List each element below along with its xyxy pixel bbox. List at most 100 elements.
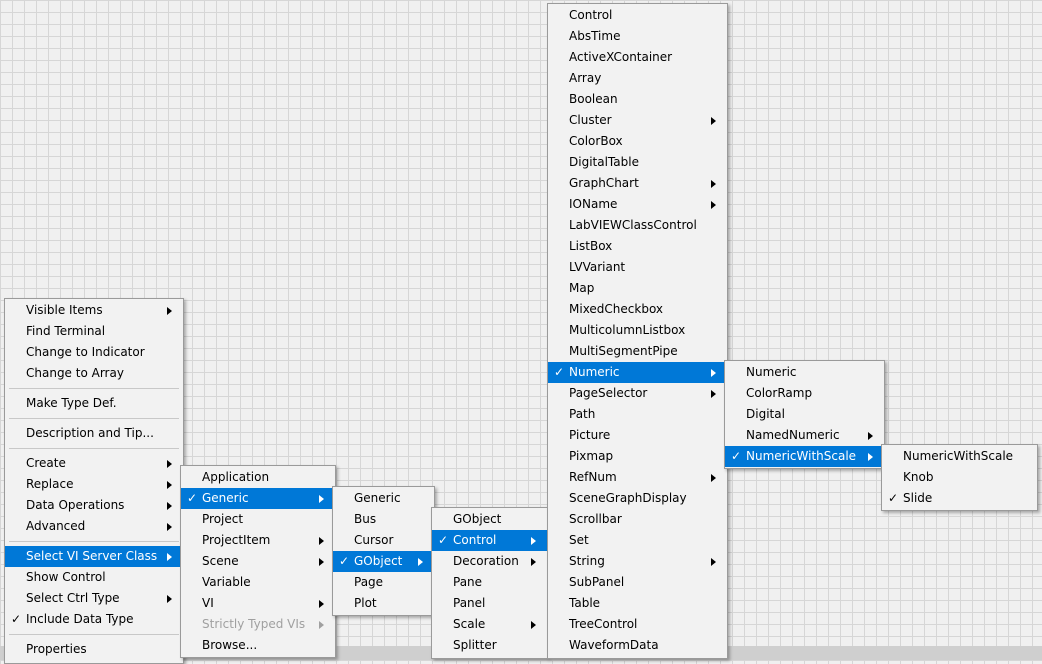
menu-item-variable[interactable]: Variable bbox=[181, 572, 335, 593]
menu-item-include-data-type[interactable]: ✓ Include Data Type bbox=[5, 609, 183, 630]
menu-item-path[interactable]: Path bbox=[548, 404, 727, 425]
menu-item-bus[interactable]: Bus bbox=[333, 509, 434, 530]
menu-item-numeric-with-scale[interactable]: NumericWithScale bbox=[882, 446, 1037, 467]
menu-item-plot[interactable]: Plot bbox=[333, 593, 434, 614]
menu-item-table[interactable]: Table bbox=[548, 593, 727, 614]
menu-item-sub-panel[interactable]: SubPanel bbox=[548, 572, 727, 593]
menu-item-scene-graph-display[interactable]: SceneGraphDisplay bbox=[548, 488, 727, 509]
menu-item-pixmap[interactable]: Pixmap bbox=[548, 446, 727, 467]
menu-item-abs-time[interactable]: AbsTime bbox=[548, 26, 727, 47]
menu-item-label: Include Data Type bbox=[26, 612, 134, 626]
menu-item-numeric-with-scale[interactable]: ✓ NumericWithScale bbox=[725, 446, 884, 467]
menu-item-set[interactable]: Set bbox=[548, 530, 727, 551]
menu-item-label: Data Operations bbox=[26, 498, 125, 512]
menu-item-label: Slide bbox=[903, 491, 933, 505]
menu-item-graph-chart[interactable]: GraphChart bbox=[548, 173, 727, 194]
menu-item-label: Pixmap bbox=[569, 449, 614, 463]
menu-item-knob[interactable]: Knob bbox=[882, 467, 1037, 488]
menu-item-gobject[interactable]: ✓ GObject bbox=[333, 551, 434, 572]
submenu-arrow-icon bbox=[711, 369, 716, 377]
menu-item-scale[interactable]: Scale bbox=[432, 614, 547, 635]
menu-item-color-box[interactable]: ColorBox bbox=[548, 131, 727, 152]
menu-item-vi[interactable]: VI bbox=[181, 593, 335, 614]
menu-item-boolean[interactable]: Boolean bbox=[548, 89, 727, 110]
menu-item-list-box[interactable]: ListBox bbox=[548, 236, 727, 257]
menu-item-label: Numeric bbox=[746, 365, 797, 379]
menu-item-label: Boolean bbox=[569, 92, 618, 106]
menu-item-activex-container[interactable]: ActiveXContainer bbox=[548, 47, 727, 68]
menu-item-cursor[interactable]: Cursor bbox=[333, 530, 434, 551]
menu-item-label: Select VI Server Class bbox=[26, 549, 158, 563]
menu-item-advanced[interactable]: Advanced bbox=[5, 516, 183, 537]
menu-item-ref-num[interactable]: RefNum bbox=[548, 467, 727, 488]
menu-item-picture[interactable]: Picture bbox=[548, 425, 727, 446]
menu-item-mixed-checkbox[interactable]: MixedCheckbox bbox=[548, 299, 727, 320]
menu-item-select-ctrl-type[interactable]: Select Ctrl Type bbox=[5, 588, 183, 609]
menu-item-select-vi-server-class[interactable]: Select VI Server Class bbox=[5, 546, 183, 567]
menu-item-application[interactable]: Application bbox=[181, 467, 335, 488]
menu-item-label: Project bbox=[202, 512, 244, 526]
menu-separator bbox=[9, 541, 179, 542]
menu-item-decoration[interactable]: Decoration bbox=[432, 551, 547, 572]
menu-item-visible-items[interactable]: Visible Items bbox=[5, 300, 183, 321]
menu-item-named-numeric[interactable]: NamedNumeric bbox=[725, 425, 884, 446]
submenu-arrow-icon bbox=[319, 558, 324, 566]
submenu-arrow-icon bbox=[531, 621, 536, 629]
menu-item-control[interactable]: ✓ Control bbox=[432, 530, 547, 551]
menu-item-page-selector[interactable]: PageSelector bbox=[548, 383, 727, 404]
submenu-arrow-icon bbox=[167, 523, 172, 531]
menu-item-label: Control bbox=[569, 8, 613, 22]
menu-item-browse[interactable]: Browse... bbox=[181, 635, 335, 656]
menu-item-make-type-def[interactable]: Make Type Def. bbox=[5, 393, 183, 414]
control-submenu: Control AbsTime ActiveXContainer Array B… bbox=[547, 3, 728, 659]
menu-item-change-to-array[interactable]: Change to Array bbox=[5, 363, 183, 384]
menu-item-generic[interactable]: ✓ Generic bbox=[181, 488, 335, 509]
menu-item-strictly-typed-vis: Strictly Typed VIs bbox=[181, 614, 335, 635]
menu-item-data-operations[interactable]: Data Operations bbox=[5, 495, 183, 516]
menu-item-label: NumericWithScale bbox=[746, 449, 857, 463]
menu-item-description-and-tip[interactable]: Description and Tip... bbox=[5, 423, 183, 444]
menu-item-project-item[interactable]: ProjectItem bbox=[181, 530, 335, 551]
menu-item-properties[interactable]: Properties bbox=[5, 639, 183, 660]
menu-item-label: Change to Array bbox=[26, 366, 124, 380]
submenu-arrow-icon bbox=[167, 481, 172, 489]
menu-item-cluster[interactable]: Cluster bbox=[548, 110, 727, 131]
menu-item-find-terminal[interactable]: Find Terminal bbox=[5, 321, 183, 342]
check-icon: ✓ bbox=[730, 449, 742, 463]
menu-item-panel[interactable]: Panel bbox=[432, 593, 547, 614]
menu-item-numeric[interactable]: ✓ Numeric bbox=[548, 362, 727, 383]
menu-item-change-to-indicator[interactable]: Change to Indicator bbox=[5, 342, 183, 363]
menu-item-label: String bbox=[569, 554, 605, 568]
menu-item-waveform-data[interactable]: WaveformData bbox=[548, 635, 727, 656]
menu-item-create[interactable]: Create bbox=[5, 453, 183, 474]
menu-item-digital-table[interactable]: DigitalTable bbox=[548, 152, 727, 173]
menu-item-array[interactable]: Array bbox=[548, 68, 727, 89]
menu-item-show-control[interactable]: Show Control bbox=[5, 567, 183, 588]
menu-item-digital[interactable]: Digital bbox=[725, 404, 884, 425]
menu-item-replace[interactable]: Replace bbox=[5, 474, 183, 495]
menu-item-tree-control[interactable]: TreeControl bbox=[548, 614, 727, 635]
menu-item-multicolumn-listbox[interactable]: MulticolumnListbox bbox=[548, 320, 727, 341]
menu-item-string[interactable]: String bbox=[548, 551, 727, 572]
menu-item-control[interactable]: Control bbox=[548, 5, 727, 26]
menu-item-splitter[interactable]: Splitter bbox=[432, 635, 547, 656]
menu-item-numeric[interactable]: Numeric bbox=[725, 362, 884, 383]
numeric-with-scale-submenu: NumericWithScale Knob ✓ Slide bbox=[881, 444, 1038, 511]
menu-item-page[interactable]: Page bbox=[333, 572, 434, 593]
menu-item-multi-segment-pipe[interactable]: MultiSegmentPipe bbox=[548, 341, 727, 362]
menu-separator bbox=[9, 448, 179, 449]
menu-item-color-ramp[interactable]: ColorRamp bbox=[725, 383, 884, 404]
menu-item-label: ColorBox bbox=[569, 134, 623, 148]
menu-item-map[interactable]: Map bbox=[548, 278, 727, 299]
menu-item-lv-variant[interactable]: LVVariant bbox=[548, 257, 727, 278]
menu-item-labview-class-control[interactable]: LabVIEWClassControl bbox=[548, 215, 727, 236]
menu-item-gobject[interactable]: GObject bbox=[432, 509, 547, 530]
menu-item-slide[interactable]: ✓ Slide bbox=[882, 488, 1037, 509]
menu-item-label: Create bbox=[26, 456, 66, 470]
menu-item-pane[interactable]: Pane bbox=[432, 572, 547, 593]
menu-item-generic[interactable]: Generic bbox=[333, 488, 434, 509]
menu-item-project[interactable]: Project bbox=[181, 509, 335, 530]
menu-item-io-name[interactable]: IOName bbox=[548, 194, 727, 215]
menu-item-scrollbar[interactable]: Scrollbar bbox=[548, 509, 727, 530]
menu-item-scene[interactable]: Scene bbox=[181, 551, 335, 572]
